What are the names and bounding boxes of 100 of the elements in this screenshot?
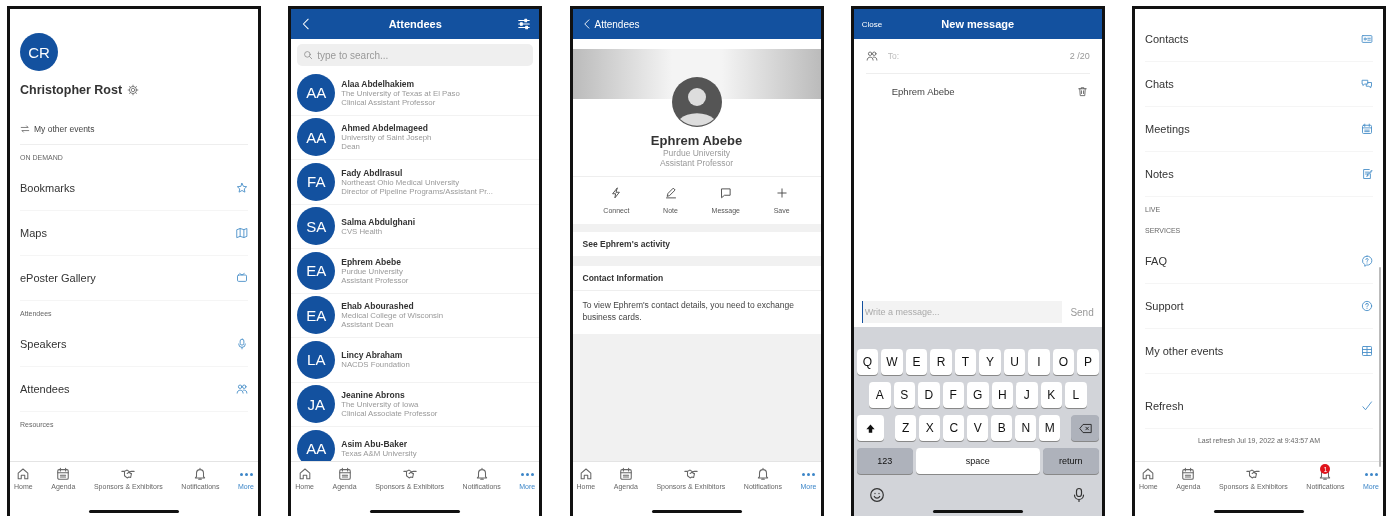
activity-link[interactable]: See Ephrem's activity [572,232,821,256]
attendee-name: Fady Abdlrasul [341,167,404,178]
home-icon [1141,467,1156,481]
keyboard-key[interactable]: M [1039,415,1061,441]
close-button[interactable]: Close [861,19,883,29]
menu-item[interactable]: Meetings [1145,107,1373,152]
keyboard-key[interactable]: A [869,382,891,408]
keyboard-key[interactable]: E [905,349,928,375]
attendee-name: Alaa Abdelhakiem [341,78,416,89]
shift-key[interactable] [856,415,885,441]
note-icon [1361,168,1373,180]
keyboard-key[interactable]: W [881,349,903,375]
sliders-icon [517,17,532,31]
filter-button[interactable] [517,17,532,31]
keyboard-key[interactable]: O [1052,349,1075,375]
keyboard-key[interactable]: B [991,415,1013,441]
keyboard-key[interactable]: U [1003,349,1026,375]
calendar-icon [56,467,71,481]
help-icon [1361,300,1373,312]
user-name: Christopher Rost [20,83,123,97]
menu-item[interactable]: FAQ [1145,239,1373,284]
menu-item[interactable]: Speakers [20,322,248,367]
keyboard-key[interactable]: N [1015,415,1037,441]
calendar-icon [1181,467,1196,481]
handshake-icon [121,467,136,481]
attendee-name: Asim Abu-Baker [341,439,409,450]
keyboard-key[interactable]: X [919,415,941,441]
settings-icon[interactable] [127,84,140,96]
pencil-icon [664,187,677,199]
menu-item[interactable]: Support [1145,284,1373,329]
avatar: FA [297,162,336,201]
space-key[interactable]: space [915,448,1040,474]
handshake-icon [1246,467,1261,481]
people-icon [865,50,878,62]
keyboard-key[interactable]: T [954,349,977,375]
section-heading: Contact Information [572,266,821,291]
menu-item[interactable]: Maps [20,211,248,256]
screen-title: Attendees [388,18,442,30]
keyboard-key[interactable]: S [893,382,915,408]
keyboard-key[interactable]: J [1016,382,1038,408]
keyboard-key[interactable]: Z [895,415,917,441]
keyboard-key[interactable]: Q [856,349,879,375]
keyboard-key[interactable]: P [1077,349,1099,375]
people-icon [236,383,248,395]
menu-item[interactable]: Chats [1145,62,1373,107]
avatar: SA [297,207,336,246]
menu-item[interactable]: Contacts [1145,17,1373,62]
keyboard-key[interactable]: D [918,382,940,408]
plus-icon [775,187,788,199]
keyboard-key[interactable]: I [1028,349,1050,375]
keyboard-key[interactable]: K [1040,382,1062,408]
keyboard-key[interactable]: F [942,382,964,408]
message-field[interactable]: Write a message... [861,301,1063,323]
swap-icon [20,124,30,134]
attendee-name: Lincy Abraham [341,350,404,361]
avatar: JA [297,385,336,424]
calendar-icon [1361,123,1373,135]
keyboard-key[interactable]: R [930,349,952,375]
backspace-key[interactable] [1071,415,1099,441]
avatar: AA [297,73,336,112]
bell-icon [193,467,208,481]
keyboard-key[interactable]: Y [979,349,1001,375]
search-field[interactable]: type to search... [297,44,534,66]
avatar: AA [297,118,336,157]
grid-icon [1361,345,1373,357]
keyboard-key[interactable]: G [967,382,989,408]
other-events-link[interactable]: My other events [20,123,248,145]
attendee-name: Jeanine Abrons [341,390,406,401]
menu-item[interactable]: Bookmarks [20,166,248,211]
keyboard-key[interactable]: V [967,415,989,441]
emoji-icon[interactable] [868,487,885,503]
menu-item[interactable]: ePoster Gallery [20,256,248,301]
recipient-count: 2 /20 [1069,51,1090,61]
menu-item[interactable]: Refresh [1145,384,1373,429]
back-button[interactable]: Attendees [580,18,640,30]
screen-icon [236,272,248,284]
menu-item[interactable]: Attendees [20,367,248,412]
trash-icon[interactable] [1076,86,1088,97]
menu-item[interactable]: My other events [1145,329,1373,374]
attendee-name: Ahmed Abdelmageed [341,123,429,134]
attendee-name: Ephrem Abebe [341,256,402,267]
backspace-icon [1078,422,1092,434]
number-key[interactable]: 123 [856,448,913,474]
avatar: LA [297,340,336,379]
keyboard-key[interactable]: C [943,415,965,441]
return-key[interactable]: return [1042,448,1099,474]
avatar-silhouette [671,77,722,127]
avatar: CR [20,33,58,71]
profile-position: Assistant Professor [658,158,735,168]
keyboard-key[interactable]: L [1065,382,1087,408]
avatar: EA [297,251,336,290]
shift-icon [864,422,876,434]
handshake-icon [683,467,698,481]
keyboard-key[interactable]: H [991,382,1013,408]
id-card-icon [1361,33,1373,45]
home-icon [16,467,31,481]
lightning-icon [610,187,623,199]
menu-item[interactable]: Notes [1145,152,1373,197]
chat-icon [1361,78,1373,90]
bell-icon [474,467,489,481]
